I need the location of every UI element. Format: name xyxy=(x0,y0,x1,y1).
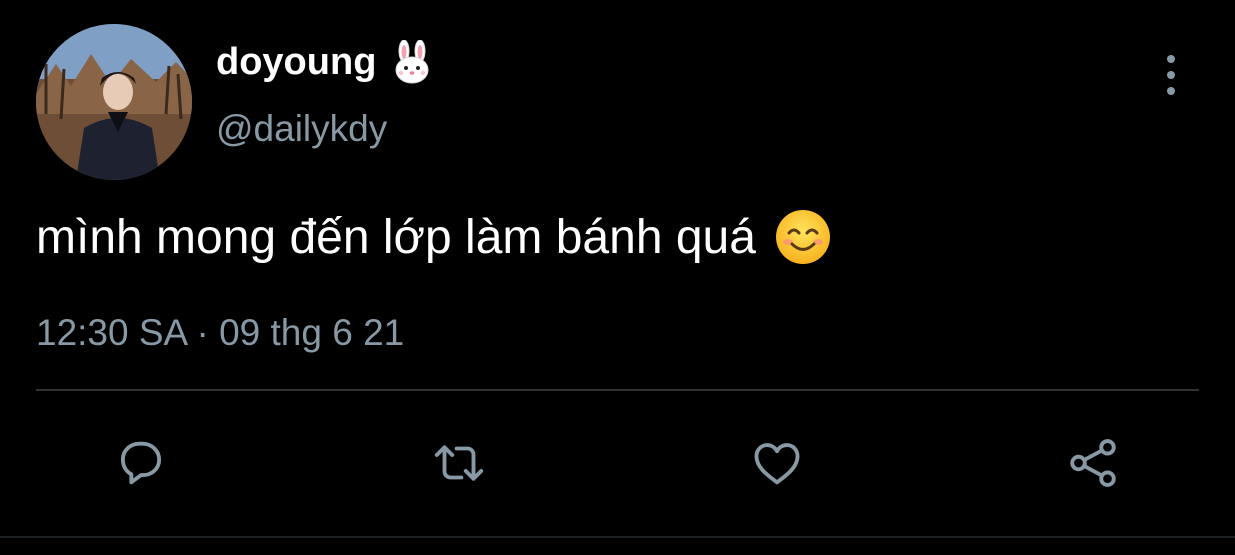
divider xyxy=(36,389,1199,391)
display-name-text: doyoung xyxy=(216,40,377,83)
more-vertical-icon-dot xyxy=(1167,87,1175,95)
heart-icon xyxy=(754,443,800,485)
more-vertical-icon-dot xyxy=(1167,71,1175,79)
tweet-text: mình mong đến lớp làm bánh quá xyxy=(36,208,832,266)
user-handle[interactable]: @dailykdy xyxy=(216,108,387,150)
avatar-photo xyxy=(36,24,192,180)
display-name[interactable]: doyoung xyxy=(216,40,434,84)
like-button[interactable] xyxy=(746,432,808,494)
bottom-divider xyxy=(0,536,1235,538)
tweet-detail: doyoung @dailykdy mình mong đến lớp làm … xyxy=(0,0,1235,555)
rabbit-face-emoji-icon xyxy=(395,40,429,84)
tweet-timestamp[interactable]: 12:30 SA · 09 thg 6 21 xyxy=(36,312,404,354)
share-icon xyxy=(1070,439,1116,487)
share-button[interactable] xyxy=(1062,432,1124,494)
more-options-button[interactable] xyxy=(1150,52,1192,98)
reply-icon xyxy=(120,441,162,485)
tweet-text-content: mình mong đến lớp làm bánh quá xyxy=(36,210,756,264)
reply-button[interactable] xyxy=(110,432,172,494)
smiling-face-emoji-icon xyxy=(775,210,830,264)
retweet-button[interactable] xyxy=(428,432,490,494)
more-vertical-icon xyxy=(1167,55,1175,63)
avatar[interactable] xyxy=(36,24,192,180)
retweet-icon xyxy=(434,445,484,481)
